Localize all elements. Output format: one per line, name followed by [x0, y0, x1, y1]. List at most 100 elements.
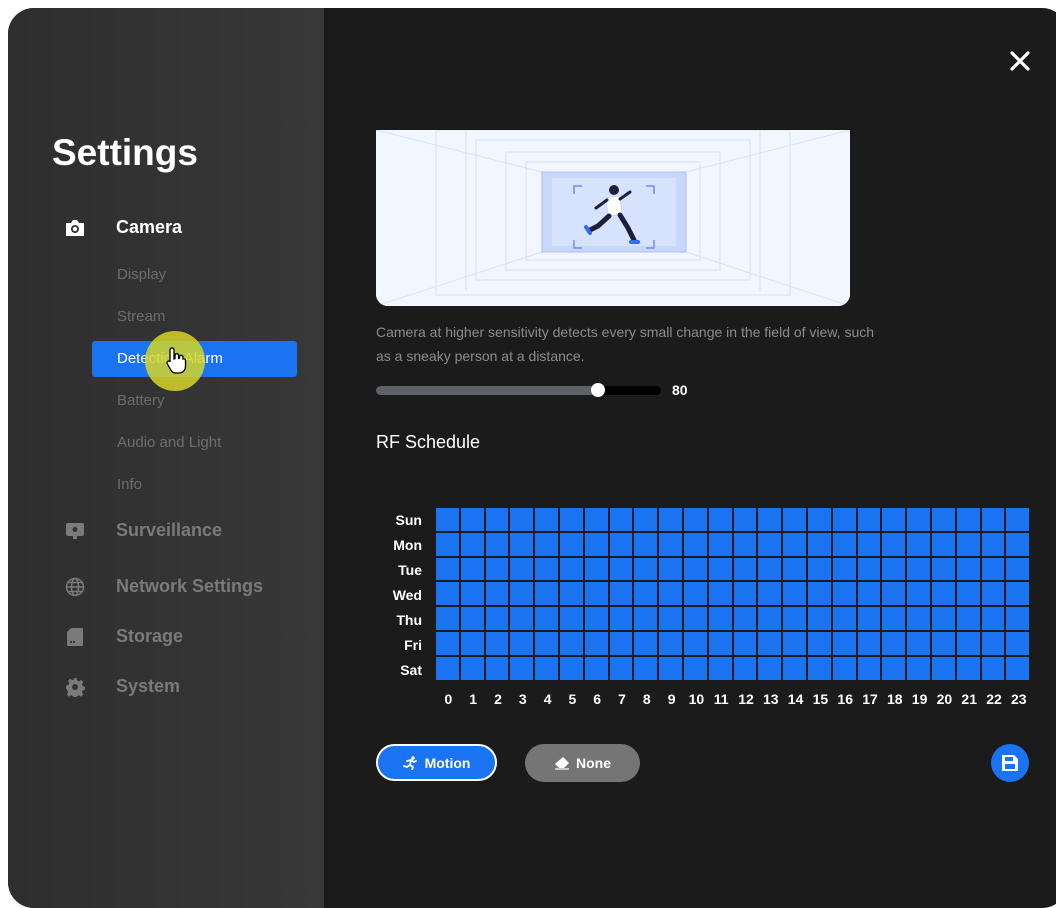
close-button[interactable] [1004, 46, 1036, 78]
schedule-cell[interactable] [1006, 508, 1030, 531]
schedule-cell[interactable] [634, 656, 658, 680]
schedule-cell[interactable] [485, 632, 509, 655]
schedule-cell[interactable] [832, 508, 856, 531]
schedule-cell[interactable] [510, 508, 534, 531]
schedule-cell[interactable] [560, 607, 583, 630]
schedule-cell[interactable] [535, 508, 558, 531]
schedule-cell[interactable] [659, 582, 682, 606]
schedule-cell[interactable] [981, 508, 1005, 531]
schedule-cell[interactable] [981, 607, 1005, 630]
schedule-cell[interactable] [659, 656, 682, 680]
schedule-cell[interactable] [560, 656, 583, 680]
sidebar-item-network-settings[interactable]: Network Settings [116, 576, 263, 597]
schedule-cell[interactable] [634, 532, 658, 556]
schedule-cell[interactable] [832, 632, 856, 655]
schedule-cell[interactable] [907, 632, 930, 655]
schedule-cell[interactable] [932, 656, 955, 680]
schedule-cell[interactable] [485, 532, 509, 556]
schedule-cell[interactable] [510, 532, 534, 556]
schedule-cell[interactable] [733, 607, 757, 630]
schedule-cell[interactable] [708, 508, 732, 531]
schedule-cell[interactable] [1006, 656, 1030, 680]
schedule-cell[interactable] [436, 557, 459, 581]
schedule-cell[interactable] [882, 607, 906, 630]
schedule-cell[interactable] [783, 656, 806, 680]
schedule-cell[interactable] [684, 532, 707, 556]
schedule-cell[interactable] [981, 632, 1005, 655]
schedule-cell[interactable] [758, 656, 782, 680]
schedule-cell[interactable] [733, 656, 757, 680]
schedule-cell[interactable] [609, 532, 633, 556]
schedule-cell[interactable] [907, 656, 930, 680]
schedule-cell[interactable] [832, 532, 856, 556]
schedule-cell[interactable] [882, 582, 906, 606]
motion-button[interactable]: Motion [376, 744, 497, 781]
schedule-cell[interactable] [560, 557, 583, 581]
schedule-cell[interactable] [932, 557, 955, 581]
schedule-cell[interactable] [783, 632, 806, 655]
schedule-cell[interactable] [808, 607, 831, 630]
schedule-cell[interactable] [460, 607, 484, 630]
schedule-cell[interactable] [708, 532, 732, 556]
sidebar-item-camera[interactable]: Camera [116, 217, 182, 238]
schedule-cell[interactable] [956, 632, 980, 655]
schedule-cell[interactable] [708, 656, 732, 680]
schedule-cell[interactable] [560, 582, 583, 606]
schedule-cell[interactable] [584, 607, 608, 630]
schedule-cell[interactable] [584, 557, 608, 581]
sensitivity-slider-track[interactable] [376, 386, 661, 395]
schedule-cell[interactable] [932, 582, 955, 606]
schedule-cell[interactable] [758, 607, 782, 630]
schedule-cell[interactable] [436, 582, 459, 606]
schedule-cell[interactable] [932, 532, 955, 556]
schedule-cell[interactable] [436, 632, 459, 655]
schedule-cell[interactable] [485, 656, 509, 680]
schedule-cell[interactable] [1006, 607, 1030, 630]
schedule-cell[interactable] [981, 557, 1005, 581]
schedule-cell[interactable] [436, 508, 459, 531]
schedule-cell[interactable] [832, 582, 856, 606]
sidebar-item-storage[interactable]: Storage [116, 626, 183, 647]
schedule-cell[interactable] [857, 508, 881, 531]
schedule-cell[interactable] [634, 508, 658, 531]
schedule-cell[interactable] [857, 607, 881, 630]
schedule-cell[interactable] [609, 582, 633, 606]
schedule-cell[interactable] [485, 582, 509, 606]
schedule-cell[interactable] [956, 508, 980, 531]
schedule-cell[interactable] [783, 607, 806, 630]
schedule-cell[interactable] [808, 582, 831, 606]
schedule-cell[interactable] [1006, 532, 1030, 556]
schedule-cell[interactable] [535, 532, 558, 556]
sidebar-subitem-stream[interactable]: Stream [92, 299, 297, 335]
schedule-cell[interactable] [956, 582, 980, 606]
schedule-cell[interactable] [708, 632, 732, 655]
schedule-cell[interactable] [857, 632, 881, 655]
save-button[interactable] [991, 744, 1029, 782]
schedule-cell[interactable] [932, 607, 955, 630]
schedule-cell[interactable] [460, 532, 484, 556]
schedule-cell[interactable] [584, 656, 608, 680]
schedule-cell[interactable] [684, 508, 707, 531]
schedule-cell[interactable] [609, 656, 633, 680]
schedule-cell[interactable] [907, 607, 930, 630]
schedule-cell[interactable] [956, 656, 980, 680]
schedule-cell[interactable] [535, 656, 558, 680]
sidebar-subitem-info[interactable]: Info [92, 467, 297, 503]
schedule-cell[interactable] [584, 582, 608, 606]
schedule-cell[interactable] [609, 557, 633, 581]
schedule-cell[interactable] [783, 582, 806, 606]
schedule-cell[interactable] [460, 632, 484, 655]
schedule-cell[interactable] [882, 532, 906, 556]
schedule-cell[interactable] [932, 508, 955, 531]
schedule-cell[interactable] [436, 607, 459, 630]
schedule-cell[interactable] [783, 557, 806, 581]
schedule-cell[interactable] [684, 582, 707, 606]
schedule-cell[interactable] [584, 532, 608, 556]
schedule-cell[interactable] [684, 632, 707, 655]
schedule-cell[interactable] [907, 582, 930, 606]
schedule-cell[interactable] [857, 656, 881, 680]
schedule-cell[interactable] [485, 557, 509, 581]
schedule-cell[interactable] [808, 508, 831, 531]
schedule-cell[interactable] [733, 632, 757, 655]
schedule-cell[interactable] [485, 607, 509, 630]
